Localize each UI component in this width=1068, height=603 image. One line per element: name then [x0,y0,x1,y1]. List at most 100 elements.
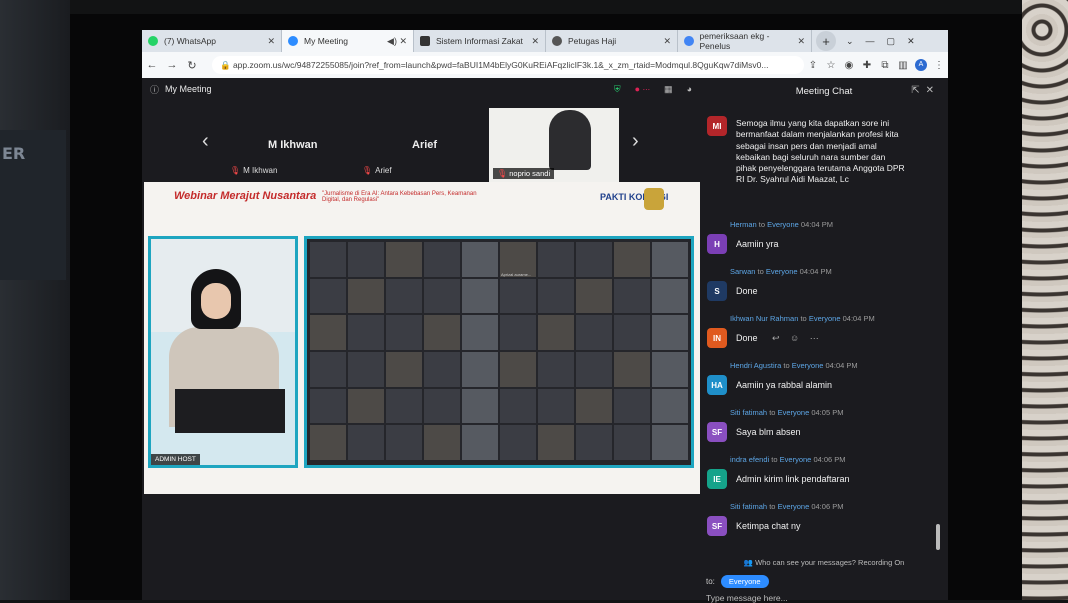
close-icon[interactable]: ✕ [267,36,275,47]
next-page-icon[interactable]: › [632,130,639,153]
avatar-icon[interactable]: ◕ [687,84,692,94]
gallery-tile[interactable] [462,425,498,460]
gallery-tile[interactable] [386,388,422,424]
gallery-tile[interactable] [424,278,460,314]
privacy-note[interactable]: 👥 Who can see your messages? Recording O… [700,558,948,567]
forward-icon[interactable]: → [162,59,182,71]
minimize-button[interactable]: — [860,30,881,52]
gallery-tile[interactable] [576,425,612,460]
puzzle-icon[interactable]: ⧉ [876,60,894,71]
gallery-tile[interactable] [424,388,460,424]
gallery-tile[interactable] [500,278,536,314]
gallery-tile[interactable] [386,425,422,460]
gallery-tile[interactable] [538,315,574,350]
gallery-tile[interactable] [538,425,574,460]
close-icon[interactable]: ✕ [663,36,671,47]
gallery-tile[interactable] [576,388,612,424]
gallery-tile[interactable] [538,242,574,277]
gallery-tile[interactable] [310,315,346,350]
gallery-tile[interactable] [538,388,574,424]
prev-page-icon[interactable]: ‹ [202,130,209,153]
gallery-tile[interactable] [310,242,346,277]
camera-icon[interactable]: ◉ [840,60,858,71]
message-actions[interactable]: ↩ ☺ ⋯ [772,333,823,344]
gallery-tile[interactable] [538,352,574,387]
gallery-tile[interactable] [386,352,422,387]
gallery-tile[interactable] [310,352,346,387]
gallery-tile[interactable] [652,278,688,314]
close-icon[interactable]: ✕ [797,36,805,47]
tab-pemeriksaan-ekg[interactable]: pemeriksaan ekg - Penelus ✕ [678,30,812,52]
gallery-tile[interactable] [652,315,688,350]
gallery-tile[interactable] [652,352,688,387]
gallery-tile[interactable] [348,278,384,314]
maximize-button[interactable]: ▢ [881,30,902,52]
url-field[interactable]: 🔒 app.zoom.us/wc/94872255085/join?ref_fr… [212,56,804,74]
gallery-tile[interactable] [500,315,536,350]
gallery-tile[interactable] [614,352,650,387]
gallery-tile[interactable] [614,388,650,424]
gallery-tile[interactable] [310,278,346,314]
gallery-tile[interactable] [576,352,612,387]
gallery-tile[interactable] [348,352,384,387]
tab-petugas-haji[interactable]: Petugas Haji ✕ [546,30,678,52]
sidebar-icon[interactable]: ▥ [894,60,912,71]
gallery-tile[interactable] [310,425,346,460]
menu-icon[interactable]: ⋮ [930,60,948,71]
gallery-tile[interactable] [500,388,536,424]
gallery-tile[interactable] [652,388,688,424]
gallery-tile[interactable] [538,278,574,314]
close-window-button[interactable]: ✕ [901,30,921,52]
extension-icon[interactable]: ✚ [858,60,876,71]
gallery-tile[interactable] [386,242,422,277]
gallery-tile[interactable] [652,242,688,277]
gallery-tile[interactable] [614,315,650,350]
gallery-tile[interactable] [424,315,460,350]
gallery-tile[interactable] [462,352,498,387]
gallery-tile[interactable] [576,278,612,314]
chat-input[interactable]: Type message here... [706,593,788,603]
close-icon[interactable]: ✕ [926,85,940,96]
bookmark-star-icon[interactable]: ☆ [822,60,840,71]
gallery-tile[interactable] [462,278,498,314]
tab-search-icon[interactable]: ⌄ [840,30,860,52]
gallery-tile[interactable] [424,242,460,277]
gallery-tile[interactable] [500,425,536,460]
gallery-tile[interactable] [386,315,422,350]
gallery-tile[interactable] [424,352,460,387]
participant-video-tile[interactable]: 🎙 noprio sandi [489,108,619,183]
tab-whatsapp[interactable]: (7) WhatsApp ✕ [142,30,282,52]
gallery-tile[interactable] [424,425,460,460]
gallery-tile[interactable] [576,242,612,277]
view-icon[interactable]: ▦ [664,84,673,95]
gallery-tile[interactable] [614,425,650,460]
new-tab-button[interactable]: + [816,31,836,51]
share-icon[interactable]: ⇪ [804,60,822,71]
gallery-tile[interactable] [462,315,498,350]
scrollbar[interactable] [936,524,940,550]
gallery-tile[interactable] [348,242,384,277]
info-icon[interactable]: ⓘ [150,83,159,96]
profile-avatar[interactable]: A [915,59,927,71]
gallery-tile[interactable] [462,388,498,424]
gallery-tile[interactable] [348,315,384,350]
gallery-tile[interactable] [348,388,384,424]
popout-icon[interactable]: ⇱ [911,85,925,96]
recipient-dropdown[interactable]: Everyone [720,575,769,588]
reload-icon[interactable]: ↻ [182,59,202,72]
gallery-tile[interactable]: Aprizal aurame... [500,242,536,277]
speaker-icon[interactable]: ◀) ✕ [387,36,407,47]
shield-icon[interactable]: ⛨ [614,84,621,95]
gallery-tile[interactable] [348,425,384,460]
gallery-tile[interactable] [500,352,536,387]
tab-sistem-informasi-zakat[interactable]: Sistem Informasi Zakat ✕ [414,30,546,52]
gallery-tile[interactable] [462,242,498,277]
gallery-tile[interactable] [614,242,650,277]
close-icon[interactable]: ✕ [531,36,539,47]
gallery-tile[interactable] [576,315,612,350]
gallery-tile[interactable] [614,278,650,314]
gallery-tile[interactable] [652,425,688,460]
gallery-tile[interactable] [386,278,422,314]
tab-my-meeting[interactable]: My Meeting ◀) ✕ [282,30,414,52]
back-icon[interactable]: ← [142,59,162,71]
